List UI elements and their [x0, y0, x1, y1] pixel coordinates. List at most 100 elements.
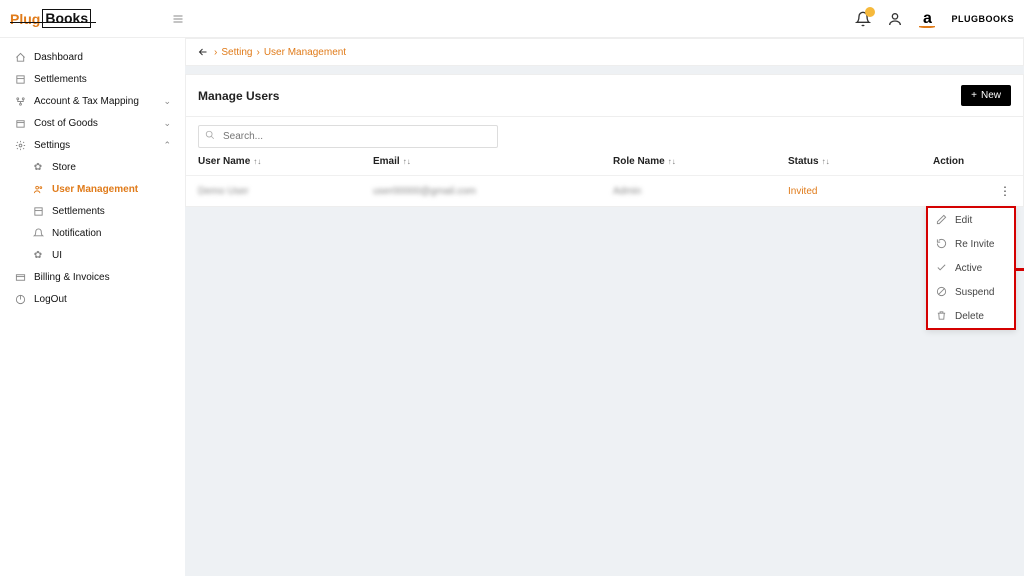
sidebar-item-dashboard[interactable]: Dashboard [0, 46, 185, 68]
sidebar-item-label: Settings [34, 140, 155, 151]
sidebar-item-notification[interactable]: Notification [32, 222, 185, 244]
manage-users-panel: Manage Users + New User Name↑↓ Email↑↓ R… [185, 74, 1024, 207]
sidebar-item-store[interactable]: ✿ Store [32, 156, 185, 178]
breadcrumb: › Setting › User Management [185, 38, 1024, 66]
mapping-icon [14, 95, 26, 107]
app-logo: Plug Books [10, 9, 91, 28]
sidebar-item-account-tax[interactable]: Account & Tax Mapping ⌄ [0, 90, 185, 112]
action-active[interactable]: Active [928, 256, 1014, 280]
logo-part1: Plug [10, 11, 40, 27]
search-icon [205, 130, 215, 140]
sidebar-item-label: User Management [52, 184, 185, 195]
sort-icon: ↑↓ [403, 157, 411, 166]
menu-toggle-icon[interactable] [171, 13, 185, 25]
bell-icon [32, 227, 44, 239]
table-header: User Name↑↓ Email↑↓ Role Name↑↓ Status↑↓… [186, 156, 1023, 175]
chevron-down-icon: ⌄ [163, 118, 171, 129]
sidebar-item-cost-of-goods[interactable]: Cost of Goods ⌄ [0, 112, 185, 134]
col-header-user[interactable]: User Name↑↓ [198, 156, 373, 167]
plus-icon: + [971, 90, 977, 101]
action-delete[interactable]: Delete [928, 304, 1014, 328]
logo-part2: Books [42, 9, 91, 28]
page-title: Manage Users [198, 89, 279, 103]
refresh-icon [936, 238, 948, 250]
logo-underline [10, 22, 96, 23]
sidebar: Dashboard Settlements Account & Tax Mapp… [0, 38, 185, 576]
billing-icon [14, 271, 26, 283]
sidebar-item-billing[interactable]: Billing & Invoices [0, 266, 185, 288]
new-button-label: New [981, 90, 1001, 101]
sidebar-item-label: Dashboard [34, 52, 171, 63]
cell-user: Demo User [198, 186, 373, 197]
gear-icon [14, 139, 26, 151]
users-icon [32, 183, 44, 195]
action-label: Suspend [955, 287, 994, 298]
notification-badge [865, 7, 875, 17]
breadcrumb-sep: › [256, 47, 259, 58]
logout-icon [14, 293, 26, 305]
profile-icon[interactable] [887, 11, 903, 27]
sidebar-item-label: Cost of Goods [34, 118, 155, 129]
sort-icon: ↑↓ [253, 157, 261, 166]
row-action-popover: Edit Re Invite Active Suspend Delete [926, 206, 1016, 330]
notifications-button[interactable] [855, 11, 871, 27]
col-header-role[interactable]: Role Name↑↓ [613, 156, 788, 167]
ui-icon: ✿ [32, 249, 44, 261]
cell-status: Invited [788, 186, 933, 197]
row-actions-button[interactable]: ⋮ [999, 184, 1011, 198]
amazon-icon: a [919, 10, 935, 28]
sidebar-item-label: Account & Tax Mapping [34, 96, 155, 107]
sidebar-item-label: Settlements [52, 206, 185, 217]
dashboard-icon [14, 51, 26, 63]
box-icon [14, 117, 26, 129]
action-label: Edit [955, 215, 972, 226]
sidebar-item-settlements-sub[interactable]: Settlements [32, 200, 185, 222]
sidebar-settings-children: ✿ Store User Management Settlements Noti… [0, 156, 185, 266]
search-input[interactable] [198, 125, 498, 148]
col-label: Role Name [613, 156, 665, 167]
action-edit[interactable]: Edit [928, 208, 1014, 232]
breadcrumb-sep: › [214, 47, 217, 58]
topbar-right: a PLUGBOOKS [855, 10, 1014, 28]
tenant-label: PLUGBOOKS [951, 14, 1014, 24]
trash-icon [936, 310, 948, 322]
sidebar-item-label: Notification [52, 228, 185, 239]
sidebar-item-label: UI [52, 250, 185, 261]
search-wrap [198, 125, 498, 148]
sidebar-item-settlements[interactable]: Settlements [0, 68, 185, 90]
breadcrumb-user-management[interactable]: User Management [264, 47, 346, 58]
sidebar-item-settings[interactable]: Settings ⌃ [0, 134, 185, 156]
cell-email: user00000@gmail.com [373, 186, 613, 197]
back-button[interactable] [196, 45, 210, 59]
chevron-up-icon: ⌃ [163, 140, 171, 151]
action-suspend[interactable]: Suspend [928, 280, 1014, 304]
main-content: › Setting › User Management Manage Users… [185, 38, 1024, 576]
sidebar-item-label: Settlements [34, 74, 171, 85]
store-icon: ✿ [32, 161, 44, 173]
new-button[interactable]: + New [961, 85, 1011, 106]
panel-header: Manage Users + New [186, 75, 1023, 117]
col-header-email[interactable]: Email↑↓ [373, 156, 613, 167]
sidebar-item-user-management[interactable]: User Management [32, 178, 185, 200]
action-reinvite[interactable]: Re Invite [928, 232, 1014, 256]
pencil-icon [936, 214, 948, 226]
sidebar-item-label: LogOut [34, 294, 171, 305]
col-label: Email [373, 156, 400, 167]
col-header-action: Action [933, 156, 993, 167]
col-label: Action [933, 156, 964, 167]
col-header-status[interactable]: Status↑↓ [788, 156, 933, 167]
cell-role: Admin [613, 186, 788, 197]
topbar: Plug Books a PLUGBOOKS [0, 0, 1024, 38]
sort-icon: ↑↓ [822, 157, 830, 166]
check-icon [936, 262, 948, 274]
breadcrumb-setting[interactable]: Setting [221, 47, 252, 58]
table-row: Demo User user00000@gmail.com Admin Invi… [186, 175, 1023, 206]
search-row [186, 117, 1023, 156]
sidebar-item-ui[interactable]: ✿ UI [32, 244, 185, 266]
col-label: Status [788, 156, 819, 167]
sidebar-item-logout[interactable]: LogOut [0, 288, 185, 310]
sidebar-item-label: Store [52, 162, 185, 173]
chevron-down-icon: ⌄ [163, 96, 171, 107]
settlements-icon [32, 205, 44, 217]
ban-icon [936, 286, 948, 298]
